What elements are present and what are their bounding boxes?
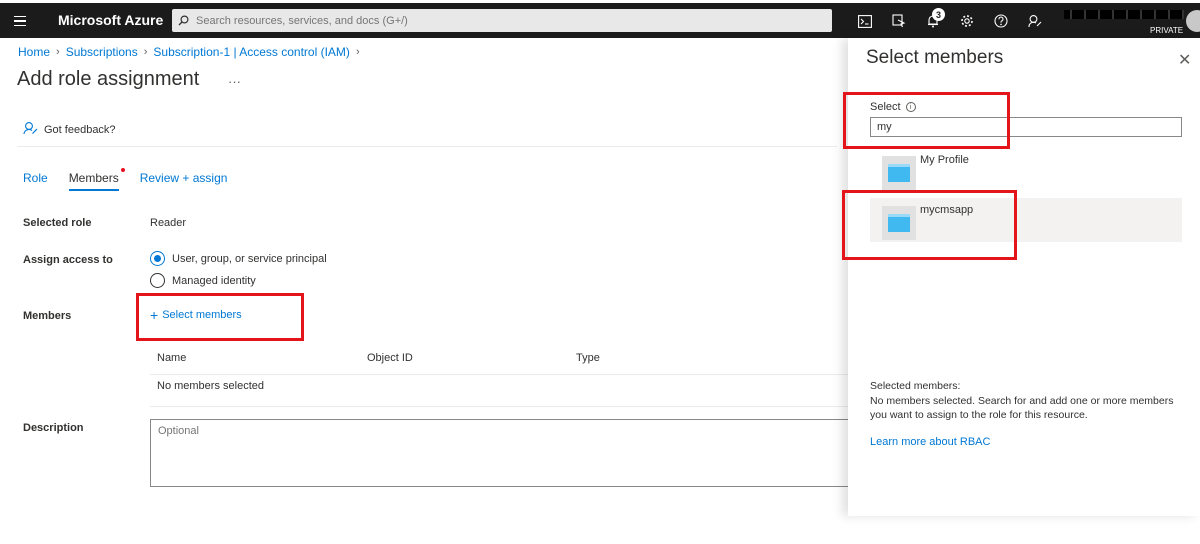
chevron-right-icon: › bbox=[143, 46, 148, 58]
selected-role-value: Reader bbox=[150, 217, 187, 229]
page-title: Add role assignment bbox=[17, 68, 200, 90]
description-label: Description bbox=[23, 422, 84, 434]
table-divider bbox=[150, 406, 850, 407]
more-options-button[interactable]: ··· bbox=[228, 74, 241, 89]
radio-user-group-label: User, group, or service principal bbox=[172, 252, 327, 265]
description-textarea[interactable] bbox=[150, 419, 850, 487]
wizard-tabs: Role Members Review + assign bbox=[23, 168, 248, 191]
breadcrumb: Home › Subscriptions › Subscription-1 | … bbox=[18, 45, 360, 59]
column-header-type: Type bbox=[576, 352, 600, 364]
feedback-label: Got feedback? bbox=[44, 123, 116, 136]
selected-members-text: No members selected. Search for and add … bbox=[870, 394, 1174, 422]
members-label: Members bbox=[23, 310, 72, 322]
settings-gear-icon[interactable] bbox=[950, 8, 984, 34]
top-bar: Microsoft Azure 3 PRIVATE bbox=[0, 0, 1200, 38]
assign-access-label: Assign access to bbox=[23, 254, 113, 266]
breadcrumb-home[interactable]: Home bbox=[18, 45, 50, 59]
radio-managed-identity[interactable]: Managed identity bbox=[150, 273, 256, 288]
chevron-right-icon: › bbox=[355, 46, 360, 58]
app-window-icon bbox=[882, 156, 916, 190]
top-icons: 3 bbox=[848, 8, 1052, 34]
global-search-input[interactable] bbox=[194, 13, 794, 28]
breadcrumb-subscriptions[interactable]: Subscriptions bbox=[66, 45, 138, 59]
empty-members-text: No members selected bbox=[157, 380, 264, 392]
column-header-object-id: Object ID bbox=[367, 352, 413, 364]
selected-members-section: Selected members: No members selected. S… bbox=[870, 379, 1180, 423]
panel-title: Select members bbox=[866, 47, 1004, 68]
radio-checked-icon[interactable] bbox=[150, 251, 165, 266]
highlight-box-mycmsapp bbox=[842, 190, 1017, 260]
tab-members[interactable]: Members bbox=[68, 168, 125, 191]
column-header-name: Name bbox=[157, 352, 187, 364]
directory-filter-icon[interactable] bbox=[882, 8, 916, 34]
chevron-right-icon: › bbox=[56, 46, 60, 58]
radio-managed-identity-label: Managed identity bbox=[172, 274, 256, 287]
close-icon[interactable]: ✕ bbox=[1178, 50, 1191, 70]
search-icon bbox=[172, 15, 194, 26]
breadcrumb-access-control[interactable]: Subscription-1 | Access control (IAM) bbox=[153, 45, 350, 59]
radio-unchecked-icon[interactable] bbox=[150, 273, 165, 288]
redacted-account-name bbox=[1064, 10, 1184, 19]
result-name: My Profile bbox=[920, 154, 969, 166]
table-divider bbox=[150, 374, 850, 375]
radio-user-group[interactable]: User, group, or service principal bbox=[150, 251, 327, 266]
required-dot-icon bbox=[120, 168, 125, 172]
brand-title[interactable]: Microsoft Azure bbox=[58, 12, 163, 28]
selected-members-heading: Selected members: bbox=[870, 380, 961, 392]
highlight-box-search bbox=[843, 92, 1010, 149]
learn-more-rbac-link[interactable]: Learn more about RBAC bbox=[870, 436, 990, 448]
avatar[interactable] bbox=[1186, 10, 1200, 32]
global-search[interactable] bbox=[172, 9, 832, 32]
tab-review-assign[interactable]: Review + assign bbox=[140, 171, 228, 191]
list-item[interactable]: My Profile bbox=[870, 148, 1182, 192]
feedback-person-icon bbox=[23, 121, 38, 138]
selected-role-label: Selected role bbox=[23, 217, 92, 229]
account-directory-tag: PRIVATE bbox=[1150, 26, 1184, 35]
highlight-box-select-members bbox=[136, 293, 304, 341]
tab-role[interactable]: Role bbox=[23, 171, 48, 191]
menu-icon[interactable] bbox=[6, 8, 34, 34]
account-menu[interactable]: PRIVATE bbox=[1062, 7, 1200, 37]
feedback-icon[interactable] bbox=[1018, 8, 1052, 34]
cloud-shell-icon[interactable] bbox=[848, 8, 882, 34]
notification-badge: 3 bbox=[932, 8, 945, 21]
divider bbox=[17, 146, 837, 147]
help-icon[interactable] bbox=[984, 8, 1018, 34]
notifications-icon[interactable]: 3 bbox=[916, 8, 950, 34]
tab-members-label: Members bbox=[68, 171, 119, 185]
feedback-link[interactable]: Got feedback? bbox=[23, 121, 116, 138]
